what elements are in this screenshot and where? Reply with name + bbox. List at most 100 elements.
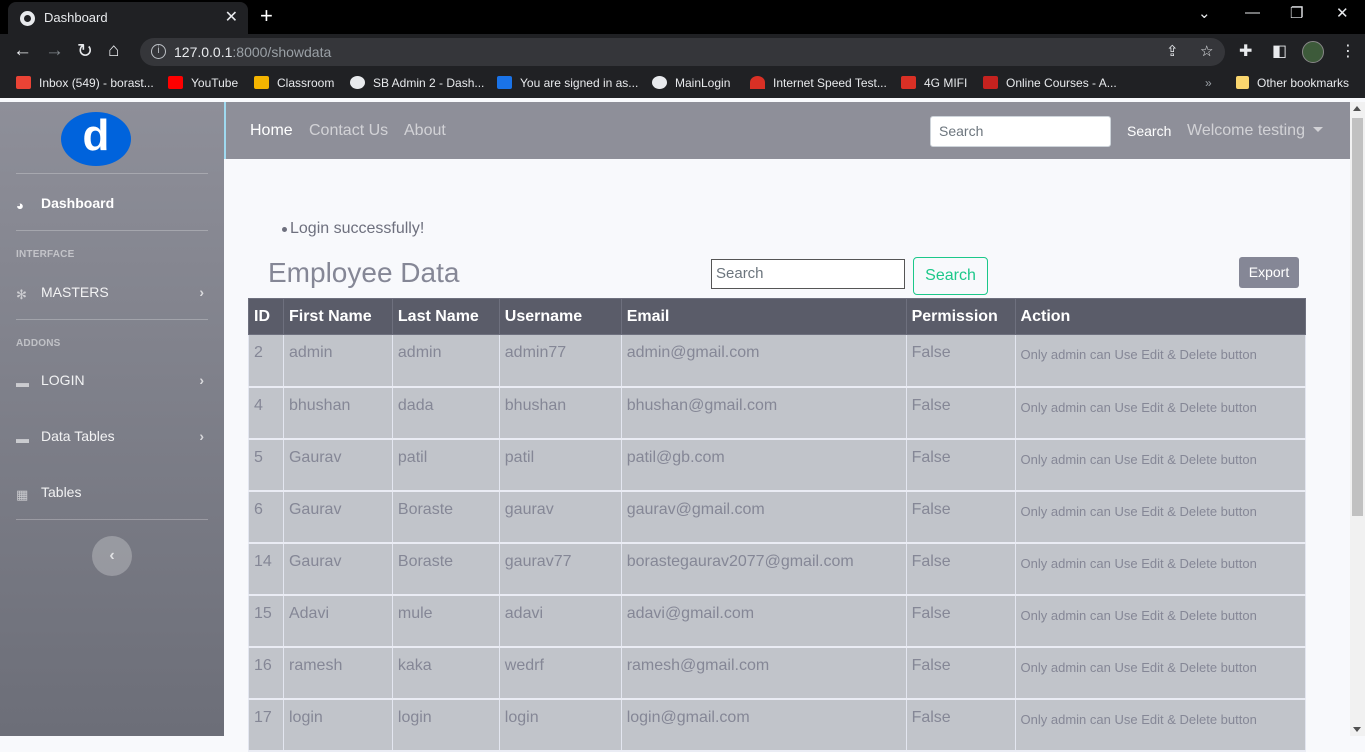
cell-permission: False (905, 490, 1016, 544)
cell-first-name: admin (282, 334, 393, 388)
udemy-icon (983, 76, 998, 89)
site-info-icon[interactable]: i (151, 44, 166, 59)
sidebar-toggle-button[interactable]: ‹ (92, 536, 132, 576)
nav-home-link[interactable]: Home (250, 122, 293, 140)
nav-contact-link[interactable]: Contact Us (309, 122, 388, 140)
cell-email: adavi@gmail.com (620, 594, 907, 648)
navbar-search-button[interactable]: Search (1127, 123, 1171, 139)
cell-email: login@gmail.com (620, 698, 907, 752)
sidebar-item-tables[interactable]: ▦ Tables (16, 484, 208, 502)
browser-tabstrip: Dashboard ✕ + ⌄ — ❐ ✕ (0, 0, 1365, 34)
bookmark-signed-in[interactable]: You are signed in as... (497, 76, 638, 90)
cell-username: gaurav (498, 490, 622, 544)
tab-favicon-icon (20, 11, 35, 26)
airtel-icon (901, 76, 916, 89)
column-header-permission: Permission (905, 298, 1016, 335)
extensions-icon[interactable]: ✚ (1239, 41, 1252, 61)
address-bar[interactable]: i 127.0.0.1:8000/showdata ⇪ ☆ (140, 38, 1225, 66)
export-button[interactable]: Export (1239, 257, 1299, 288)
cell-username: gaurav77 (498, 542, 622, 596)
sidebar-item-masters[interactable]: ✻ MASTERS › (16, 284, 208, 302)
globe-icon (350, 76, 365, 89)
new-tab-icon[interactable]: + (260, 3, 273, 29)
cell-last-name: login (391, 698, 500, 752)
bookmark-star-icon[interactable]: ☆ (1200, 42, 1213, 60)
cell-email: gaurav@gmail.com (620, 490, 907, 544)
folder-icon (1236, 76, 1249, 89)
bookmark-sb-admin[interactable]: SB Admin 2 - Dash... (350, 76, 484, 90)
cell-permission: False (905, 334, 1016, 388)
bookmark-online-courses[interactable]: Online Courses - A... (983, 76, 1117, 90)
classroom-icon (254, 76, 269, 89)
bookmark-youtube[interactable]: YouTube (168, 76, 238, 90)
side-panel-icon[interactable]: ◧ (1272, 41, 1287, 61)
cell-first-name: login (282, 698, 393, 752)
browser-menu-icon[interactable]: ⋮ (1340, 41, 1356, 61)
cell-last-name: Boraste (391, 542, 500, 596)
table-row: 17 login login login login@gmail.com False Onl… (248, 698, 1307, 752)
sidebar-item-data-tables[interactable]: ▬ Data Tables › (16, 428, 208, 446)
tachometer-icon: ◕ (16, 198, 24, 213)
cell-action: Only admin can Use Edit & Delete button (1014, 646, 1307, 700)
profile-avatar[interactable] (1302, 41, 1324, 63)
back-icon[interactable]: ← (13, 40, 32, 62)
sidebar-divider (16, 230, 208, 231)
cell-first-name: Adavi (282, 594, 393, 648)
page-scrollbar[interactable] (1350, 102, 1365, 736)
cell-last-name: Boraste (391, 490, 500, 544)
cell-username: wedrf (498, 646, 622, 700)
table-search-button[interactable]: Search (913, 257, 988, 295)
home-icon[interactable]: ⌂ (108, 40, 119, 62)
minimize-icon[interactable]: — (1245, 4, 1260, 21)
cell-last-name: patil (391, 438, 500, 492)
scroll-up-icon[interactable] (1353, 106, 1361, 111)
window-close-icon[interactable]: ✕ (1336, 4, 1349, 22)
cell-permission: False (905, 438, 1016, 492)
cell-action: Only admin can Use Edit & Delete button (1014, 698, 1307, 752)
cell-first-name: bhushan (282, 386, 393, 440)
sidebar-heading-addons: ADDONS (16, 338, 61, 349)
tab-search-chevron-icon[interactable]: ⌄ (1198, 4, 1211, 22)
gmail-icon (16, 76, 31, 89)
chevron-right-icon: › (199, 284, 204, 300)
bookmark-mainlogin[interactable]: MainLogin (652, 76, 730, 90)
bookmark-classroom[interactable]: Classroom (254, 76, 334, 90)
cell-first-name: Gaurav (282, 490, 393, 544)
restore-icon[interactable]: ❐ (1290, 4, 1303, 22)
reload-icon[interactable]: ↻ (77, 40, 93, 63)
column-header-id: ID (248, 298, 284, 335)
nav-about-link[interactable]: About (404, 122, 446, 140)
cell-id: 17 (248, 698, 284, 752)
cell-action: Only admin can Use Edit & Delete button (1014, 386, 1307, 440)
cell-last-name: kaka (391, 646, 500, 700)
speedometer-icon (750, 76, 765, 89)
cell-first-name: ramesh (282, 646, 393, 700)
browser-tab[interactable]: Dashboard ✕ (8, 2, 248, 34)
tab-close-icon[interactable]: ✕ (225, 7, 238, 27)
other-bookmarks[interactable]: Other bookmarks (1236, 76, 1349, 90)
share-icon[interactable]: ⇪ (1166, 42, 1179, 60)
scroll-down-icon[interactable] (1353, 727, 1361, 732)
bookmark-speed-test[interactable]: Internet Speed Test... (750, 76, 887, 90)
sidebar: d ◕ Dashboard INTERFACE ✻ MASTERS › ADDONS… (0, 102, 224, 736)
user-dropdown[interactable]: Welcome testing (1187, 122, 1323, 140)
sidebar-item-dashboard[interactable]: ◕ Dashboard (16, 195, 208, 213)
more-bookmarks-icon[interactable]: » (1205, 76, 1212, 90)
cell-username: patil (498, 438, 622, 492)
bookmark-gmail[interactable]: Inbox (549) - borast... (16, 76, 154, 90)
cell-id: 6 (248, 490, 284, 544)
cell-id: 4 (248, 386, 284, 440)
table-search-input[interactable]: Search (711, 259, 905, 289)
scrollbar-thumb[interactable] (1352, 118, 1363, 516)
cell-id: 5 (248, 438, 284, 492)
cell-username: login (498, 698, 622, 752)
url-text[interactable]: 127.0.0.1:8000/showdata (174, 44, 331, 60)
sidebar-item-login[interactable]: ▬ LOGIN › (16, 372, 208, 390)
cell-email: bhushan@gmail.com (620, 386, 907, 440)
cell-username: bhushan (498, 386, 622, 440)
bookmark-4g-mifi[interactable]: 4G MIFI (901, 76, 967, 90)
forward-icon[interactable]: → (45, 40, 64, 62)
brand-logo[interactable]: d (61, 112, 131, 166)
navbar-search-input[interactable]: Search (930, 116, 1111, 147)
cell-permission: False (905, 542, 1016, 596)
